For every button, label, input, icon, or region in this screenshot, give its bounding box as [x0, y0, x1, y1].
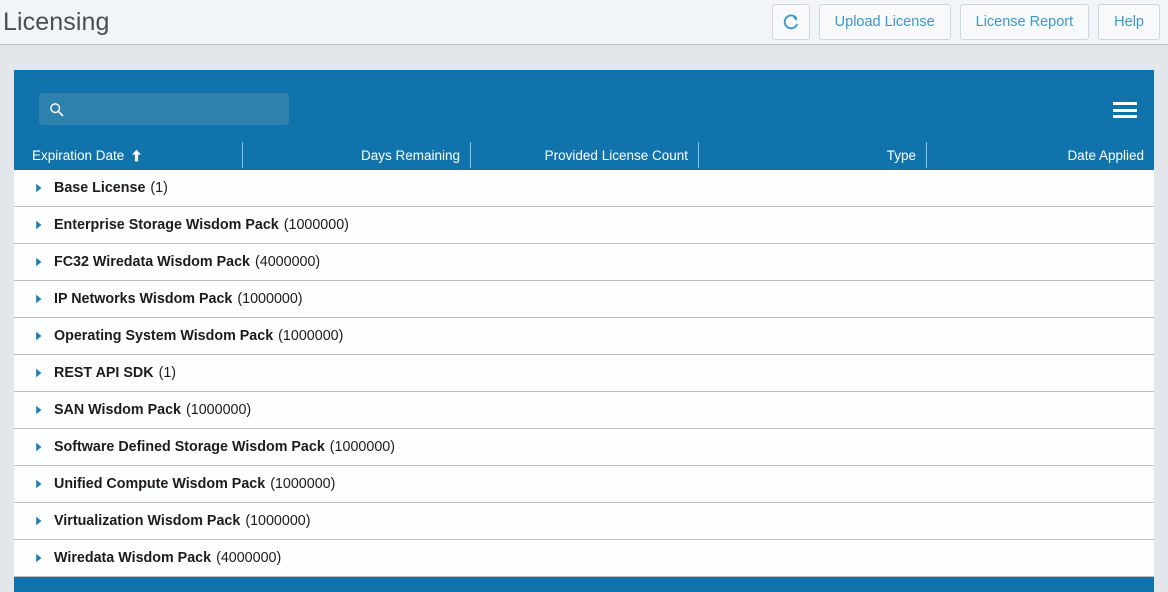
caret-right-icon[interactable] [32, 183, 46, 193]
license-report-label: License Report [975, 14, 1074, 30]
hamburger-menu-icon[interactable] [1113, 100, 1137, 120]
table-row-count: (1000000) [237, 291, 303, 307]
table-row-label: Enterprise Storage Wisdom Pack [54, 217, 279, 233]
column-header-date-applied[interactable]: Date Applied [926, 140, 1154, 170]
column-divider-1 [242, 142, 243, 168]
help-label: Help [1114, 14, 1144, 30]
column-divider-3 [698, 142, 699, 168]
caret-right-icon[interactable] [32, 257, 46, 267]
table-row-label: Wiredata Wisdom Pack [54, 550, 212, 566]
table-row[interactable]: REST API SDK (1) [14, 355, 1154, 392]
caret-right-icon[interactable] [32, 442, 46, 452]
licenses-table: Expiration Date Days Remaining Provided … [14, 140, 1154, 577]
help-button[interactable]: Help [1098, 4, 1160, 40]
column-header-days-remaining-label: Days Remaining [360, 147, 460, 163]
column-header-type[interactable]: Type [698, 140, 926, 170]
table-row[interactable]: Operating System Wisdom Pack (1000000) [14, 318, 1154, 355]
column-header-date-applied-label: Date Applied [1067, 147, 1144, 163]
search-field-wrapper[interactable] [39, 93, 289, 125]
table-row[interactable]: Virtualization Wisdom Pack (1000000) [14, 503, 1154, 540]
page-title: Licensing [3, 7, 110, 36]
table-row[interactable]: Enterprise Storage Wisdom Pack (1000000) [14, 207, 1154, 244]
column-header-expiration-date-label: Expiration Date [32, 147, 125, 163]
caret-right-icon[interactable] [32, 294, 46, 304]
table-row-label: FC32 Wiredata Wisdom Pack [54, 254, 250, 270]
table-row-label: SAN Wisdom Pack [54, 402, 181, 418]
table-row-count: (1000000) [270, 476, 336, 492]
caret-right-icon[interactable] [32, 220, 46, 230]
header-actions: Upload License License Report Help [771, 4, 1160, 40]
table-row-label: Operating System Wisdom Pack [54, 328, 274, 344]
refresh-icon [781, 13, 800, 32]
caret-right-icon[interactable] [32, 553, 46, 563]
upload-license-label: Upload License [834, 14, 935, 30]
caret-right-icon[interactable] [32, 331, 46, 341]
caret-right-icon[interactable] [32, 479, 46, 489]
column-divider-2 [470, 142, 471, 168]
table-row[interactable]: Software Defined Storage Wisdom Pack (100… [14, 429, 1154, 466]
table-row-count: (4000000) [216, 550, 282, 566]
table-row-label: Virtualization Wisdom Pack [54, 513, 241, 529]
search-input[interactable] [64, 93, 289, 125]
table-row-count: (1) [158, 365, 177, 381]
page-header: Licensing Upload License License Report … [0, 0, 1168, 45]
table-row-count: (1000000) [245, 513, 311, 529]
table-row-count: (1) [150, 180, 168, 196]
table-row-label: IP Networks Wisdom Pack [54, 291, 233, 307]
caret-right-icon[interactable] [32, 405, 46, 415]
table-row-count: (1000000) [283, 217, 349, 233]
table-row-count: (1000000) [329, 439, 395, 455]
license-report-button[interactable]: License Report [959, 4, 1090, 40]
table-row-count: (1000000) [186, 402, 252, 418]
table-row[interactable]: Unified Compute Wisdom Pack (1000000) [14, 466, 1154, 503]
table-row[interactable]: SAN Wisdom Pack (1000000) [14, 392, 1154, 429]
column-header-days-remaining[interactable]: Days Remaining [242, 140, 470, 170]
table-row[interactable]: IP Networks Wisdom Pack (1000000) [14, 281, 1154, 318]
refresh-button[interactable] [771, 4, 810, 40]
table-row-label: Unified Compute Wisdom Pack [54, 476, 266, 492]
menu-line-2 [1113, 108, 1137, 112]
column-header-provided-license-count-label: Provided License Count [544, 147, 688, 163]
caret-right-icon[interactable] [32, 368, 46, 378]
caret-right-icon[interactable] [32, 516, 46, 526]
table-row-label: Base License [54, 180, 146, 196]
arrow-up-icon [131, 149, 142, 162]
menu-line-3 [1113, 115, 1137, 118]
search-icon [49, 102, 64, 117]
table-header-row: Expiration Date Days Remaining Provided … [14, 140, 1154, 170]
table-row-label: Software Defined Storage Wisdom Pack [54, 439, 325, 455]
column-header-type-label: Type [886, 147, 916, 163]
table-row[interactable]: Base License (1) [14, 170, 1154, 207]
licensing-panel: Expiration Date Days Remaining Provided … [14, 70, 1154, 592]
table-row[interactable]: FC32 Wiredata Wisdom Pack (4000000) [14, 244, 1154, 281]
column-header-expiration-date[interactable]: Expiration Date [14, 140, 242, 170]
table-body: Base License (1) Enterprise Storage Wisdom… [14, 170, 1154, 577]
column-header-provided-license-count[interactable]: Provided License Count [470, 140, 698, 170]
table-row[interactable]: Wiredata Wisdom Pack (4000000) [14, 540, 1154, 577]
upload-license-button[interactable]: Upload License [818, 4, 951, 40]
column-divider-4 [926, 142, 927, 168]
menu-line-1 [1113, 102, 1137, 105]
table-row-count: (1000000) [278, 328, 344, 344]
table-row-count: (4000000) [255, 254, 321, 270]
table-row-label: REST API SDK [54, 365, 154, 381]
panel-toolbar [14, 70, 1154, 140]
